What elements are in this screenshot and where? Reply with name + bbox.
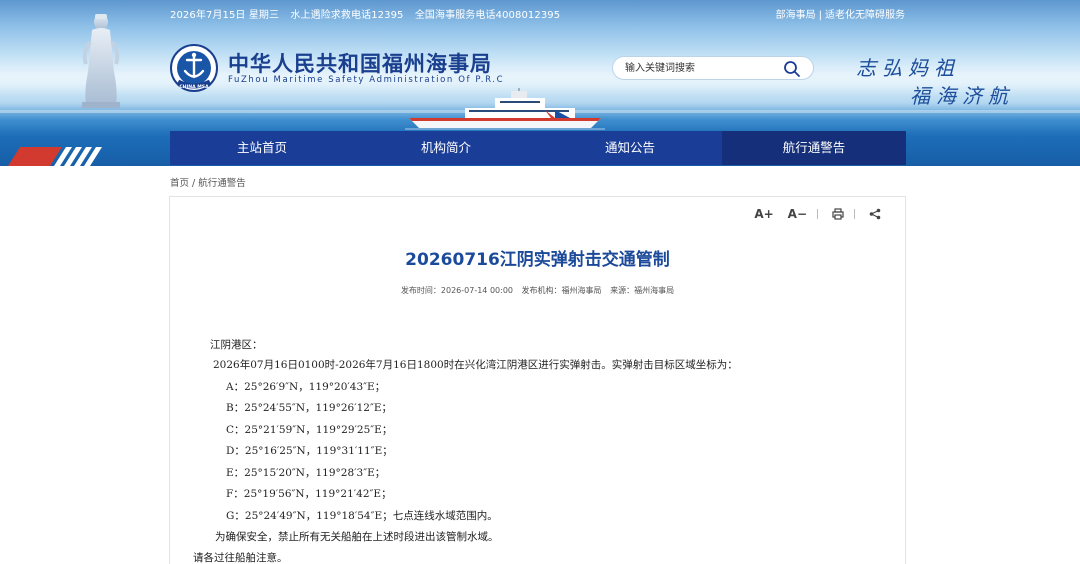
article-meta: 发布时间：2026-07-14 00:00 发布机构：福州海事局 来源：福州海事… <box>170 285 905 296</box>
print-button[interactable] <box>832 208 844 220</box>
coordinate-point-a: A：25°26′9″N，119°20′43″E； <box>226 381 386 393</box>
breadcrumb-separator: / <box>192 178 196 189</box>
share-button[interactable] <box>869 208 881 220</box>
article-tools: A+ A− <box>740 207 881 221</box>
main-nav: 主站首页 机构简介 通知公告 航行通警告 <box>170 131 906 165</box>
share-icon <box>869 208 881 220</box>
article-card: A+ A− 20260716江阴实弹射击交通管制 发布时间：2026-07-14… <box>169 196 906 564</box>
search-input[interactable] <box>625 60 785 77</box>
coordinate-point-c: C：25°21′59″N，119°29′25″E； <box>226 424 393 436</box>
patrol-ship-icon <box>405 88 605 130</box>
service-hotline: 全国海事服务电话4008012395 <box>414 10 561 21</box>
breadcrumb-home[interactable]: 首页 <box>170 178 189 189</box>
rescue-hotline: 水上遇险求救电话12395 <box>290 10 404 21</box>
breadcrumb: 首页 / 航行通警告 <box>170 175 246 189</box>
msa-emblem-icon: CHINA MSA <box>170 44 218 92</box>
brand-stripes-icon <box>8 147 102 166</box>
article-source: 来源：福州海事局 <box>610 286 675 295</box>
current-date: 2026年7月15日 星期三 <box>170 10 280 21</box>
closing-notice: 请各过往船舶注意。 <box>193 552 288 564</box>
intro-paragraph: 2026年07月16日0100时-2026年7月16日1800时在兴化湾江阴港区… <box>213 359 738 371</box>
publish-time: 发布时间：2026-07-14 00:00 <box>400 286 513 295</box>
breadcrumb-current[interactable]: 航行通警告 <box>198 178 246 189</box>
tool-divider <box>854 209 855 219</box>
search-icon[interactable] <box>783 60 801 78</box>
safety-notice: 为确保安全，禁止所有无关船舶在上述时段进出该管制水域。 <box>215 531 499 543</box>
site-logo[interactable]: CHINA MSA 中华人民共和国福州海事局 FuZhou Maritime S… <box>170 44 503 94</box>
font-decrease-button[interactable]: A− <box>788 207 807 221</box>
slogan-line-1: 志弘妈祖 <box>856 56 960 80</box>
accessibility-link[interactable]: 适老化无障碍服务 <box>825 10 905 21</box>
ministry-msa-link[interactable]: 部海事局 <box>776 10 816 21</box>
emblem-text: CHINA MSA <box>179 84 209 90</box>
nav-notices[interactable]: 通知公告 <box>538 131 722 165</box>
nav-navigation-warnings[interactable]: 航行通警告 <box>722 131 906 165</box>
mazu-statue-icon <box>82 14 120 108</box>
nav-about[interactable]: 机构简介 <box>354 131 538 165</box>
print-icon <box>832 208 844 220</box>
coordinate-point-e: E：25°15′20″N，119°28′3″E； <box>226 467 386 479</box>
coordinate-point-d: D：25°16′25″N，119°31′11″E； <box>226 445 393 457</box>
logo-en-name: FuZhou Maritime Safety Administration Of… <box>228 75 505 85</box>
coordinate-point-g: G：25°24′49″N，119°18′54″E；七点连线水域范围内。 <box>226 510 498 522</box>
article-title: 20260716江阴实弹射击交通管制 <box>405 250 670 270</box>
coordinate-point-b: B：25°24′55″N，119°26′12″E； <box>226 402 393 414</box>
topbar-links: 部海事局 | 适老化无障碍服务 <box>776 6 905 21</box>
font-increase-button[interactable]: A+ <box>754 207 773 221</box>
logo-cn-name: 中华人民共和国福州海事局 <box>228 51 492 76</box>
area-heading: 江阴港区： <box>210 339 263 351</box>
slogan-line-2: 福海济航 <box>910 84 1014 108</box>
nav-home[interactable]: 主站首页 <box>170 131 354 165</box>
coordinate-point-f: F：25°19′56″N，119°21′42″E； <box>226 488 392 500</box>
topbar-info: 2026年7月15日 星期三 水上遇险求救电话12395 全国海事服务电话400… <box>170 6 568 21</box>
topbar-separator: | <box>818 10 822 21</box>
site-header: 2026年7月15日 星期三 水上遇险求救电话12395 全国海事服务电话400… <box>0 0 1080 166</box>
publish-org: 发布机构：福州海事局 <box>521 286 602 295</box>
search-box <box>612 56 814 80</box>
tool-divider <box>817 209 818 219</box>
